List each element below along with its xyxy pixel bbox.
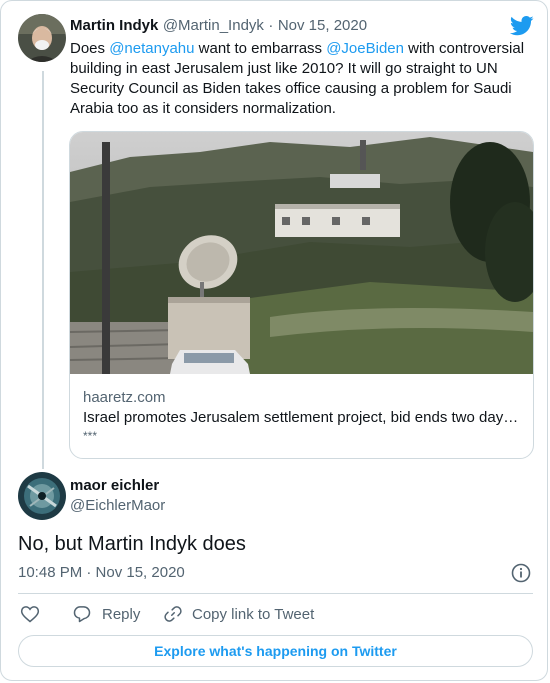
info-icon[interactable] <box>511 563 531 588</box>
explore-label: Explore what's happening on Twitter <box>154 643 397 659</box>
link-card-subtitle: *** <box>83 429 98 443</box>
tweet-text-part: Does <box>70 40 110 57</box>
twitter-bird-icon[interactable] <box>509 16 534 41</box>
reply-button[interactable]: Reply <box>72 604 140 624</box>
embedded-tweet-card: Martin Indyk @Martin_Indyk · Nov 15, 202… <box>0 0 548 681</box>
mention-joebiden[interactable]: @JoeBiden <box>326 40 404 57</box>
heart-icon <box>20 606 40 623</box>
mention-netanyahu[interactable]: @netanyahu <box>109 40 194 57</box>
avatar-maor-eichler[interactable] <box>18 472 66 520</box>
header-separator: · <box>268 17 274 34</box>
reply-label: Reply <box>102 605 141 623</box>
reply-icon <box>73 606 91 623</box>
reply-tweet-text: No, but Martin Indyk does <box>18 533 246 555</box>
tweet-text-part: want to embarrass <box>194 40 327 57</box>
reply-author-handle[interactable]: @EichlerMaor <box>70 497 165 514</box>
tweet-text: Does @netanyahu want to embarrass @JoeBi… <box>70 39 532 119</box>
tweet-header: Martin Indyk @Martin_Indyk · Nov 15, 202… <box>70 17 367 35</box>
copy-link-button[interactable]: Copy link to Tweet <box>163 604 314 624</box>
link-preview-card[interactable]: haaretz.com Israel promotes Jerusalem se… <box>69 131 534 459</box>
copy-link-label: Copy link to Tweet <box>192 605 315 623</box>
divider <box>18 593 533 594</box>
avatar-martin-indyk[interactable] <box>18 14 66 62</box>
explore-twitter-button[interactable]: Explore what's happening on Twitter <box>18 635 533 667</box>
link-card-domain: haaretz.com <box>83 389 166 406</box>
author-handle[interactable]: @Martin_Indyk <box>163 17 264 34</box>
author-name[interactable]: Martin Indyk <box>70 17 158 34</box>
reply-author-name[interactable]: maor eichler <box>70 477 159 494</box>
tweet-date[interactable]: Nov 15, 2020 <box>278 17 367 34</box>
link-preview-image <box>70 132 533 374</box>
like-button[interactable] <box>20 604 40 624</box>
thread-connector-line <box>42 71 44 469</box>
reply-timestamp[interactable]: 10:48 PM · Nov 15, 2020 <box>18 564 185 581</box>
link-icon <box>164 606 182 622</box>
link-card-title: Israel promotes Jerusalem settlement pro… <box>83 409 519 426</box>
